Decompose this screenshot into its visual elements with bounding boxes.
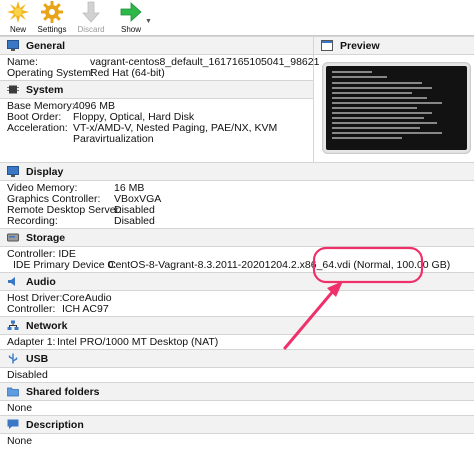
audio-title: Audio	[26, 275, 56, 288]
console-line	[332, 76, 387, 78]
console-line	[332, 137, 402, 139]
discard-button[interactable]: Discard	[73, 0, 109, 36]
discard-arrow-icon	[82, 1, 100, 23]
general-header[interactable]: General	[0, 36, 313, 55]
shared-folders-title: Shared folders	[26, 385, 100, 398]
os-label: Operating System:	[7, 67, 94, 79]
console-line	[332, 102, 442, 104]
console-line	[332, 82, 422, 84]
console-line	[332, 92, 412, 94]
display-title: Display	[26, 165, 64, 178]
settings-button[interactable]: Settings	[34, 0, 70, 36]
settings-label: Settings	[37, 25, 67, 34]
shared-folders-value: None	[7, 402, 33, 414]
os-value: Red Hat (64-bit)	[90, 67, 165, 79]
recording-value: Disabled	[114, 215, 155, 227]
show-arrow-icon	[120, 2, 142, 22]
usb-header[interactable]: USB	[0, 349, 474, 368]
device-value: CentOS-8-Vagrant-8.3.2011-20201204.2.x86…	[108, 259, 451, 271]
folder-icon	[7, 387, 19, 397]
gear-icon	[41, 1, 63, 23]
speech-bubble-icon	[7, 419, 19, 429]
accel-value-2: Paravirtualization	[73, 133, 154, 145]
network-title: Network	[26, 319, 68, 332]
console-line	[332, 112, 432, 114]
console-line	[332, 127, 420, 129]
monitor-icon	[7, 40, 19, 51]
audio-controller-label: Controller:	[7, 303, 56, 315]
console-line	[332, 107, 417, 109]
system-title: System	[26, 83, 64, 96]
console-line	[332, 117, 424, 119]
device-label: IDE Primary Device 0:	[13, 259, 117, 271]
preview-title: Preview	[340, 39, 380, 52]
console-line	[332, 97, 427, 99]
network-header[interactable]: Network	[0, 316, 474, 335]
display-header[interactable]: Display	[0, 162, 474, 181]
preview-screen	[322, 62, 471, 154]
speaker-icon	[8, 277, 15, 286]
adapter-label: Adapter 1:	[7, 336, 56, 348]
description-header[interactable]: Description	[0, 415, 474, 434]
preview-header[interactable]: Preview	[314, 36, 474, 55]
show-dropdown-icon[interactable]: ▼	[145, 18, 152, 25]
console-line	[332, 71, 372, 73]
description-title: Description	[26, 418, 84, 431]
audio-header[interactable]: Audio	[0, 272, 474, 291]
display-icon	[7, 166, 19, 177]
sun-burst-icon	[7, 1, 29, 23]
toolbar: New Settings Discard Show ▼	[0, 0, 474, 36]
adapter-value: Intel PRO/1000 MT Desktop (NAT)	[57, 336, 219, 348]
usb-icon	[8, 353, 18, 364]
description-value: None	[7, 435, 33, 447]
new-label: New	[9, 25, 26, 34]
storage-header[interactable]: Storage	[0, 228, 474, 247]
recording-label: Recording:	[7, 215, 58, 227]
audio-controller-value: ICH AC97	[62, 303, 109, 315]
preview-window-icon	[321, 40, 333, 51]
console-line	[332, 87, 432, 89]
new-button[interactable]: New	[0, 0, 36, 36]
console-line	[332, 122, 437, 124]
show-button[interactable]: Show	[113, 0, 149, 36]
discard-label: Discard	[77, 25, 105, 34]
storage-title: Storage	[26, 231, 66, 244]
chip-icon	[7, 85, 19, 94]
console-screen	[326, 66, 467, 150]
shared-folders-header[interactable]: Shared folders	[0, 382, 474, 401]
usb-value: Disabled	[7, 369, 48, 381]
accel-label: Acceleration:	[7, 122, 68, 134]
general-title: General	[26, 39, 66, 52]
system-header[interactable]: System	[0, 80, 313, 99]
storage-disk-icon	[7, 233, 19, 242]
show-label: Show	[120, 25, 141, 34]
usb-title: USB	[26, 352, 49, 365]
network-icon	[7, 320, 19, 330]
console-line	[332, 132, 442, 134]
